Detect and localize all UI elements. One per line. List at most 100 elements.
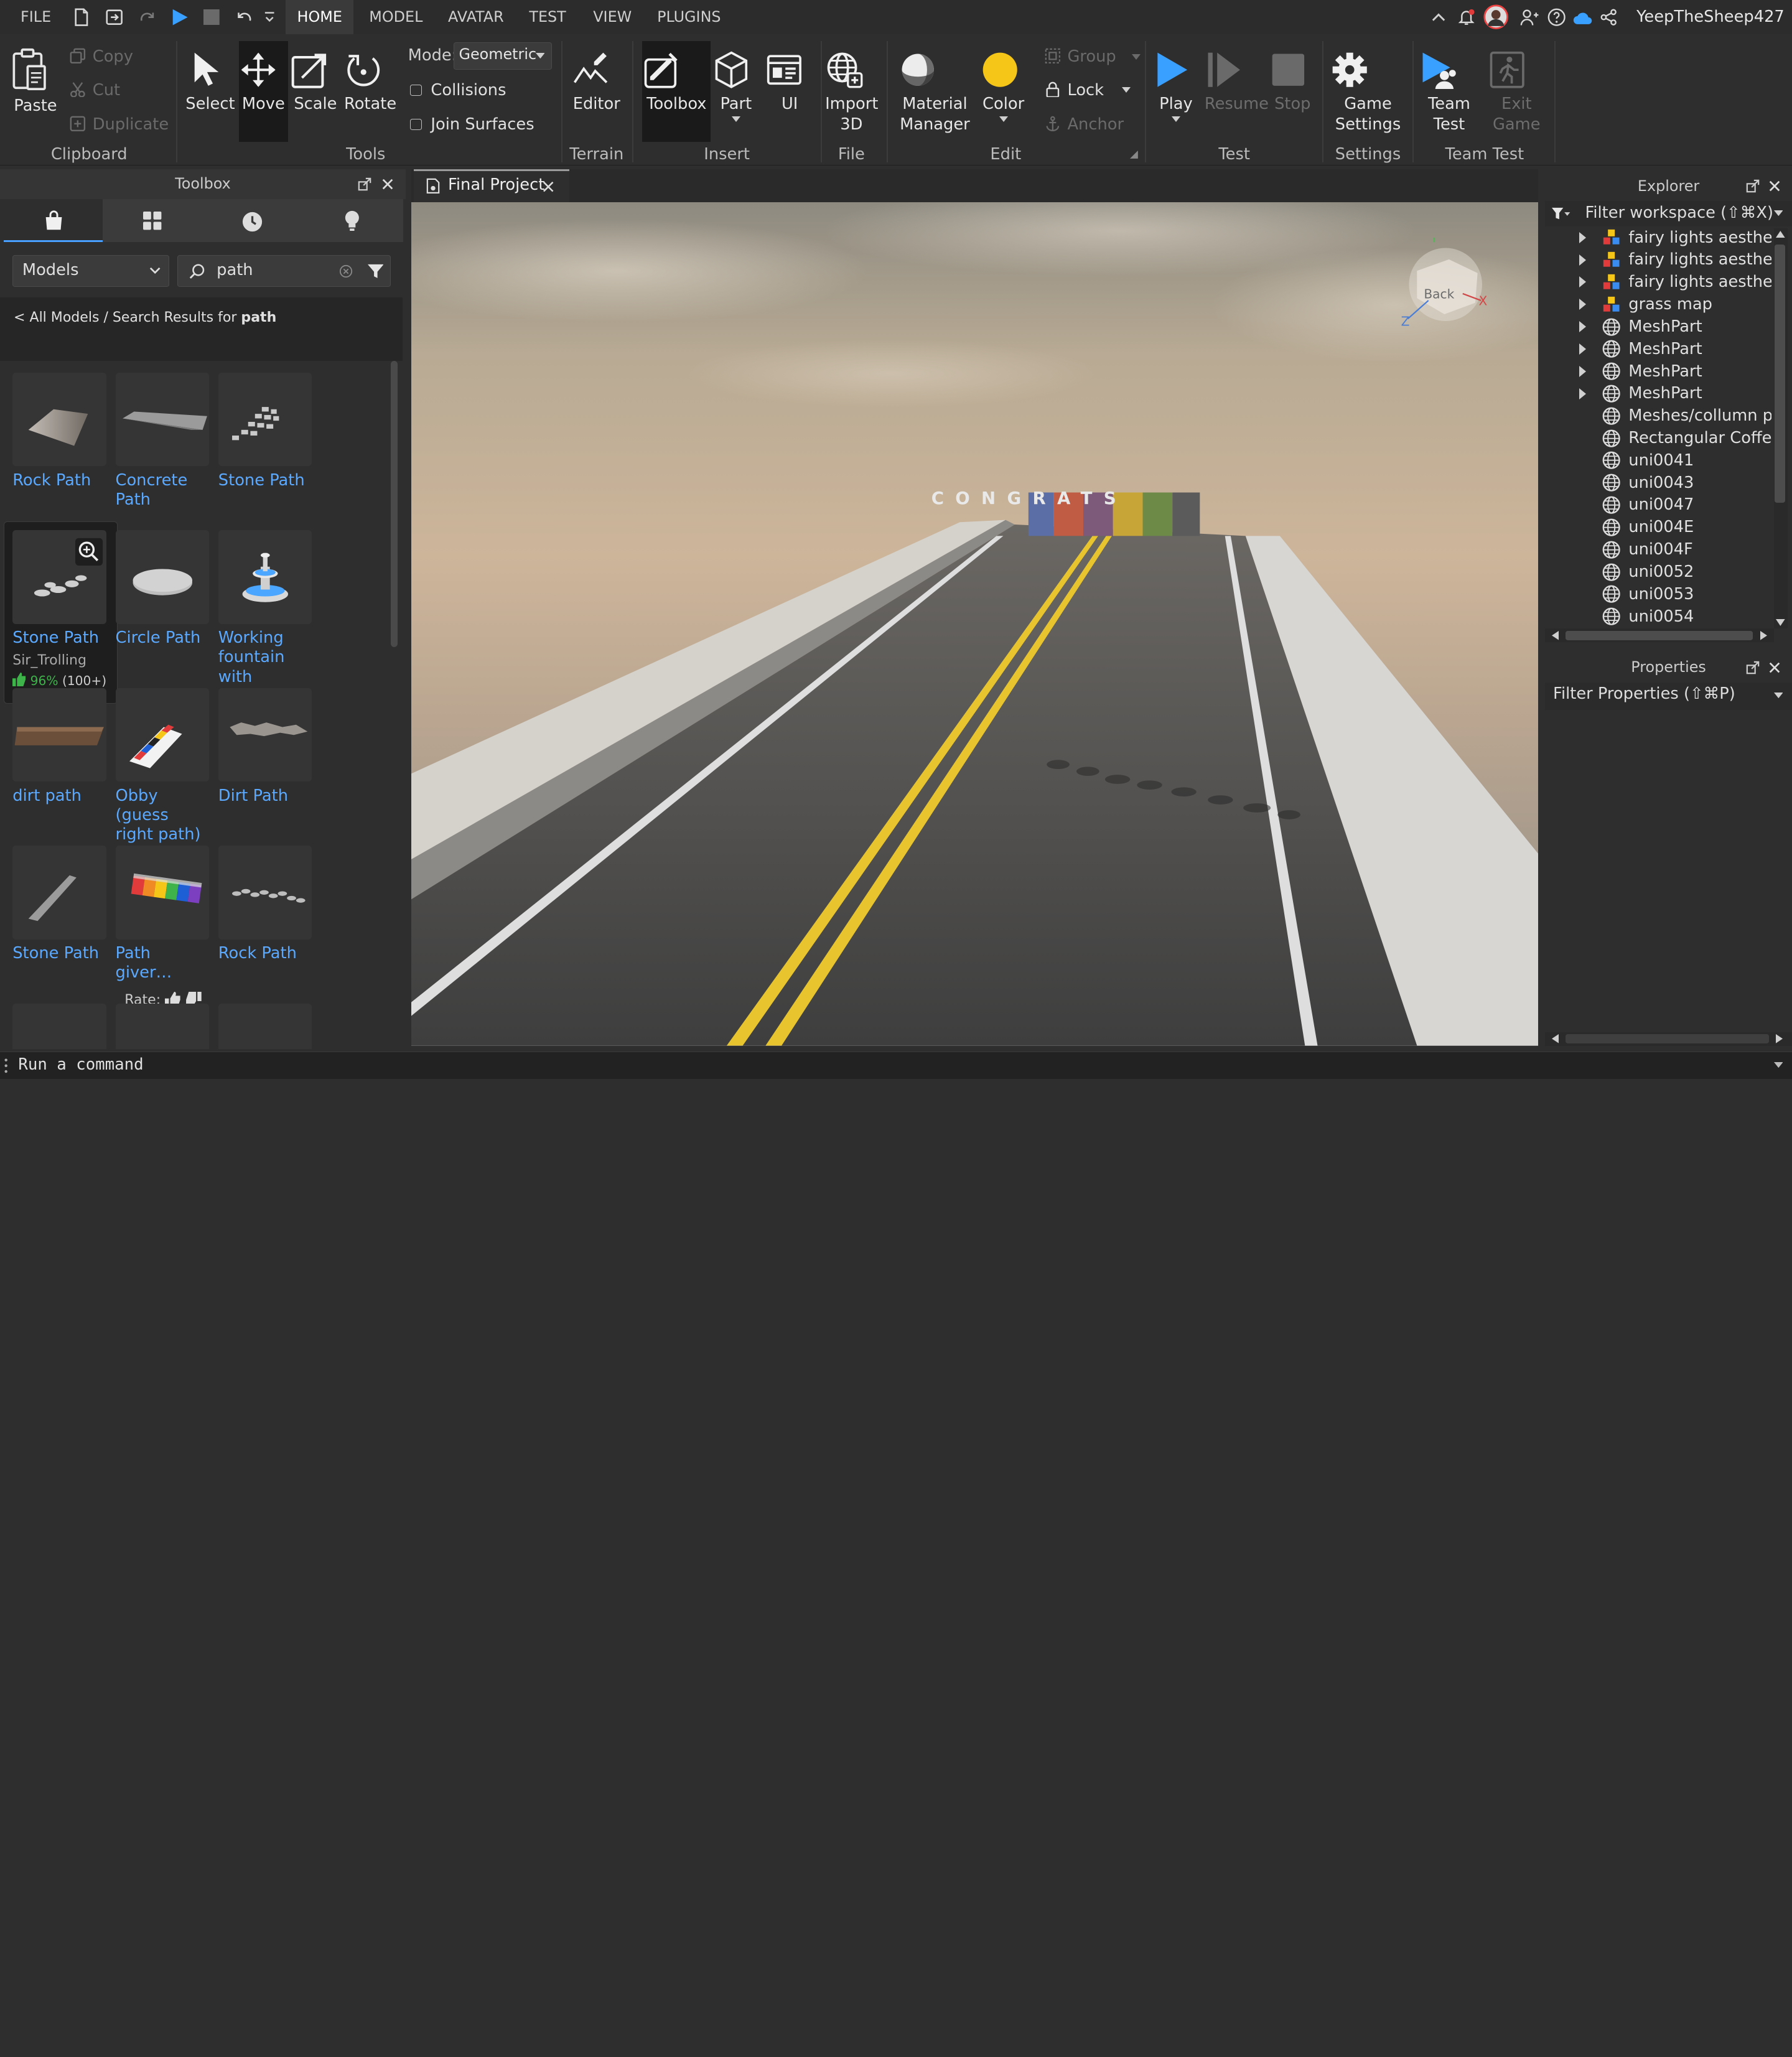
scale-button[interactable]: Scale: [291, 50, 341, 114]
quick-play-icon[interactable]: [170, 8, 189, 26]
scroll-thumb[interactable]: [1775, 245, 1785, 503]
tree-item[interactable]: MeshPart: [1545, 360, 1771, 383]
part-button[interactable]: Part: [713, 50, 758, 123]
list-item[interactable]: dirt path: [12, 688, 106, 806]
cut-button[interactable]: Cut: [70, 80, 120, 101]
expand-arrow-icon[interactable]: [1579, 276, 1587, 288]
tab-home[interactable]: HOME: [286, 0, 354, 35]
move-button[interactable]: Move: [238, 41, 288, 142]
list-item[interactable]: [12, 1003, 106, 1050]
command-bar[interactable]: Run a command: [0, 1051, 1792, 1079]
tree-item[interactable]: MeshPart: [1545, 315, 1771, 338]
collapse-ribbon-icon[interactable]: [1432, 11, 1445, 22]
share-icon[interactable]: [1600, 8, 1618, 26]
toolbox-scrollbar[interactable]: [391, 361, 398, 647]
select-button[interactable]: Select: [185, 50, 236, 114]
drag-handle-icon[interactable]: [4, 1058, 8, 1074]
game-settings-button[interactable]: Game Settings: [1330, 50, 1406, 135]
import-3d-button[interactable]: Import 3D: [825, 50, 878, 135]
undock-icon[interactable]: [358, 177, 374, 194]
tree-item[interactable]: MeshPart: [1545, 382, 1771, 405]
duplicate-button[interactable]: Duplicate: [70, 114, 169, 135]
paste-button[interactable]: Paste: [9, 48, 62, 116]
tree-item[interactable]: grass map: [1545, 293, 1771, 316]
add-friend-icon[interactable]: [1520, 8, 1539, 26]
username[interactable]: YeepTheSheep427: [1636, 0, 1785, 34]
scroll-thumb[interactable]: [1566, 630, 1753, 640]
properties-filter-input[interactable]: Filter Properties (⇧⌘P): [1545, 682, 1792, 710]
file-menu[interactable]: FILE: [21, 0, 51, 34]
list-item[interactable]: Dirt Path: [218, 688, 312, 806]
filter-icon[interactable]: [367, 263, 384, 279]
clear-search-icon[interactable]: [339, 264, 353, 278]
list-item[interactable]: Stone Path Sir_Trolling 96% (100+): [12, 530, 106, 688]
tree-item[interactable]: fairy lights aesthetic: [1545, 226, 1771, 250]
tree-item[interactable]: Meshes/collumn pede: [1545, 404, 1771, 427]
close-icon[interactable]: [381, 177, 397, 194]
tree-item[interactable]: uni0043: [1545, 472, 1771, 495]
expand-arrow-icon[interactable]: [1579, 231, 1587, 243]
exit-game-button[interactable]: Exit Game: [1488, 50, 1545, 135]
tab-test[interactable]: TEST: [529, 0, 566, 34]
material-manager-button[interactable]: Material Manager: [898, 50, 972, 135]
stop-button[interactable]: Stop: [1270, 50, 1315, 114]
tab-final-project[interactable]: Final Project: [413, 169, 569, 203]
play-button[interactable]: Play: [1153, 50, 1198, 123]
new-file-icon[interactable]: [73, 8, 90, 26]
list-item[interactable]: Path giver… Rate:: [115, 846, 210, 1008]
mode-dropdown[interactable]: Geometric: [454, 42, 553, 70]
anchor-button[interactable]: Anchor: [1045, 114, 1124, 135]
undock-icon[interactable]: [1746, 661, 1762, 677]
scroll-up-icon[interactable]: [1776, 231, 1785, 238]
edit-group-expand-icon[interactable]: [1130, 151, 1139, 159]
expand-arrow-icon[interactable]: [1579, 321, 1587, 333]
list-item[interactable]: Stone Path: [218, 372, 312, 490]
list-item[interactable]: Concrete Path: [115, 372, 210, 510]
tree-item[interactable]: uni0053: [1545, 583, 1771, 606]
scroll-right-icon[interactable]: [1760, 630, 1767, 640]
scroll-left-icon[interactable]: [1552, 1034, 1559, 1043]
tab-marketplace[interactable]: [3, 198, 103, 243]
close-tab-icon[interactable]: [543, 181, 554, 192]
explorer-horizontal-scrollbar[interactable]: [1545, 628, 1774, 643]
list-item[interactable]: [115, 1003, 210, 1050]
expand-arrow-icon[interactable]: [1579, 388, 1587, 399]
join-surfaces-checkbox[interactable]: Join Surfaces: [410, 114, 534, 135]
scroll-down-icon[interactable]: [1776, 619, 1785, 627]
terrain-editor-button[interactable]: Editor: [571, 50, 622, 114]
copy-button[interactable]: Copy: [70, 47, 133, 67]
expand-arrow-icon[interactable]: [1579, 254, 1587, 266]
notifications-icon[interactable]: [1457, 8, 1475, 26]
tab-recent[interactable]: [202, 199, 302, 243]
properties-horizontal-scrollbar[interactable]: [1545, 1032, 1792, 1046]
avatar[interactable]: [1483, 4, 1508, 30]
explorer-vertical-scrollbar[interactable]: [1773, 228, 1788, 629]
tree-item[interactable]: MeshPart: [1545, 338, 1771, 361]
list-item[interactable]: Stone Path: [12, 846, 106, 963]
command-input[interactable]: Run a command: [18, 1055, 143, 1074]
undo-icon[interactable]: [235, 8, 253, 26]
tree-item[interactable]: uni004E: [1545, 516, 1771, 539]
scroll-left-icon[interactable]: [1552, 630, 1559, 640]
tree-item[interactable]: fairy lights aesthetic: [1545, 271, 1771, 294]
scroll-right-icon[interactable]: [1776, 1034, 1783, 1043]
tree-item[interactable]: fairy lights aesthetic: [1545, 248, 1771, 271]
quick-access-more-icon[interactable]: [264, 9, 275, 26]
color-button[interactable]: Color: [981, 50, 1026, 123]
toolbox-button[interactable]: Toolbox: [642, 41, 711, 142]
tree-item[interactable]: uni0047: [1545, 493, 1771, 516]
undock-icon[interactable]: [1746, 179, 1762, 195]
list-item[interactable]: Obby (guess right path): [115, 688, 210, 845]
caret-down-icon[interactable]: [1773, 1062, 1783, 1068]
collisions-checkbox[interactable]: Collisions: [410, 80, 506, 101]
explorer-filter-input[interactable]: Filter workspace (⇧⌘X): [1545, 201, 1792, 226]
lock-button[interactable]: Lock: [1045, 80, 1131, 101]
rotate-button[interactable]: Rotate: [344, 50, 396, 114]
list-item[interactable]: Circle Path: [115, 530, 210, 648]
group-button[interactable]: Group: [1045, 47, 1141, 67]
tree-item[interactable]: Rectangular Coffee Ta: [1545, 427, 1771, 450]
close-icon[interactable]: [1768, 661, 1784, 677]
quick-stop-icon[interactable]: [203, 9, 220, 26]
list-item[interactable]: Working fountain with: [218, 530, 312, 687]
list-item[interactable]: Rock Path: [218, 846, 312, 963]
